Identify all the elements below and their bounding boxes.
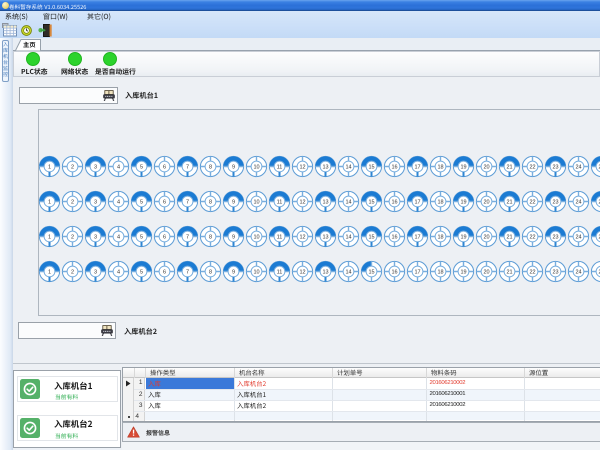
svg-text:19: 19 — [460, 235, 466, 241]
svg-text:4: 4 — [117, 165, 120, 171]
svg-text:2: 2 — [71, 270, 74, 276]
svg-text:1: 1 — [48, 165, 51, 171]
svg-text:9: 9 — [232, 235, 235, 241]
svg-text:15: 15 — [368, 200, 374, 206]
svg-text:8: 8 — [209, 270, 212, 276]
svg-text:9: 9 — [232, 270, 235, 276]
svg-text:17: 17 — [414, 270, 420, 276]
svg-text:5: 5 — [140, 270, 143, 276]
svg-text:14: 14 — [345, 270, 351, 276]
svg-text:18: 18 — [437, 270, 443, 276]
svg-text:10: 10 — [253, 270, 259, 276]
svg-text:21: 21 — [506, 235, 512, 241]
svg-text:4: 4 — [117, 235, 120, 241]
svg-text:8: 8 — [209, 235, 212, 241]
svg-text:23: 23 — [552, 165, 558, 171]
svg-text:7: 7 — [186, 270, 189, 276]
svg-text:24: 24 — [575, 165, 581, 171]
svg-text:6: 6 — [163, 165, 166, 171]
svg-text:4: 4 — [117, 200, 120, 206]
svg-text:3: 3 — [94, 165, 97, 171]
svg-text:5: 5 — [140, 165, 143, 171]
svg-text:20: 20 — [483, 165, 489, 171]
svg-text:11: 11 — [277, 270, 283, 276]
svg-text:12: 12 — [299, 200, 305, 206]
svg-text:24: 24 — [575, 235, 581, 241]
svg-text:19: 19 — [460, 270, 466, 276]
svg-text:6: 6 — [163, 200, 166, 206]
svg-text:22: 22 — [529, 235, 535, 241]
svg-text:16: 16 — [391, 270, 397, 276]
svg-text:18: 18 — [437, 200, 443, 206]
svg-text:14: 14 — [345, 165, 351, 171]
svg-text:24: 24 — [575, 270, 581, 276]
svg-text:21: 21 — [506, 270, 512, 276]
svg-text:4: 4 — [117, 270, 120, 276]
svg-text:3: 3 — [94, 200, 97, 206]
svg-text:14: 14 — [345, 235, 351, 241]
svg-text:16: 16 — [391, 235, 397, 241]
svg-text:15: 15 — [368, 235, 374, 241]
svg-text:17: 17 — [414, 235, 420, 241]
svg-text:15: 15 — [368, 165, 374, 171]
svg-text:21: 21 — [506, 200, 512, 206]
svg-text:13: 13 — [322, 270, 328, 276]
svg-text:20: 20 — [483, 270, 489, 276]
svg-text:7: 7 — [186, 165, 189, 171]
svg-text:13: 13 — [322, 235, 328, 241]
svg-text:13: 13 — [322, 165, 328, 171]
svg-text:23: 23 — [552, 270, 558, 276]
svg-text:24: 24 — [575, 200, 581, 206]
svg-text:9: 9 — [232, 200, 235, 206]
svg-text:6: 6 — [163, 270, 166, 276]
svg-text:10: 10 — [253, 165, 259, 171]
svg-text:7: 7 — [186, 235, 189, 241]
svg-text:14: 14 — [345, 200, 351, 206]
svg-text:5: 5 — [140, 235, 143, 241]
svg-text:12: 12 — [299, 165, 305, 171]
svg-text:8: 8 — [209, 200, 212, 206]
svg-text:15: 15 — [368, 270, 374, 276]
svg-text:8: 8 — [209, 165, 212, 171]
svg-text:16: 16 — [391, 200, 397, 206]
svg-text:9: 9 — [232, 165, 235, 171]
svg-text:11: 11 — [277, 165, 283, 171]
svg-text:13: 13 — [322, 200, 328, 206]
svg-text:1: 1 — [48, 235, 51, 241]
svg-text:2: 2 — [71, 165, 74, 171]
svg-text:11: 11 — [277, 200, 283, 206]
svg-text:22: 22 — [529, 200, 535, 206]
svg-text:12: 12 — [299, 270, 305, 276]
svg-text:20: 20 — [483, 200, 489, 206]
svg-text:19: 19 — [460, 165, 466, 171]
svg-text:18: 18 — [437, 235, 443, 241]
svg-text:19: 19 — [460, 200, 466, 206]
svg-text:16: 16 — [391, 165, 397, 171]
svg-text:18: 18 — [437, 165, 443, 171]
svg-text:5: 5 — [140, 200, 143, 206]
svg-text:10: 10 — [253, 235, 259, 241]
svg-text:1: 1 — [48, 200, 51, 206]
svg-text:10: 10 — [253, 200, 259, 206]
svg-text:1: 1 — [48, 270, 51, 276]
svg-text:11: 11 — [277, 235, 283, 241]
svg-text:21: 21 — [506, 165, 512, 171]
svg-text:20: 20 — [483, 235, 489, 241]
svg-text:22: 22 — [529, 165, 535, 171]
svg-text:7: 7 — [186, 200, 189, 206]
svg-text:22: 22 — [529, 270, 535, 276]
svg-text:17: 17 — [414, 200, 420, 206]
svg-text:23: 23 — [552, 235, 558, 241]
svg-text:2: 2 — [71, 200, 74, 206]
svg-text:2: 2 — [71, 235, 74, 241]
svg-text:17: 17 — [414, 165, 420, 171]
svg-text:6: 6 — [163, 235, 166, 241]
svg-text:3: 3 — [94, 235, 97, 241]
svg-text:23: 23 — [552, 200, 558, 206]
svg-text:3: 3 — [94, 270, 97, 276]
svg-text:12: 12 — [299, 235, 305, 241]
